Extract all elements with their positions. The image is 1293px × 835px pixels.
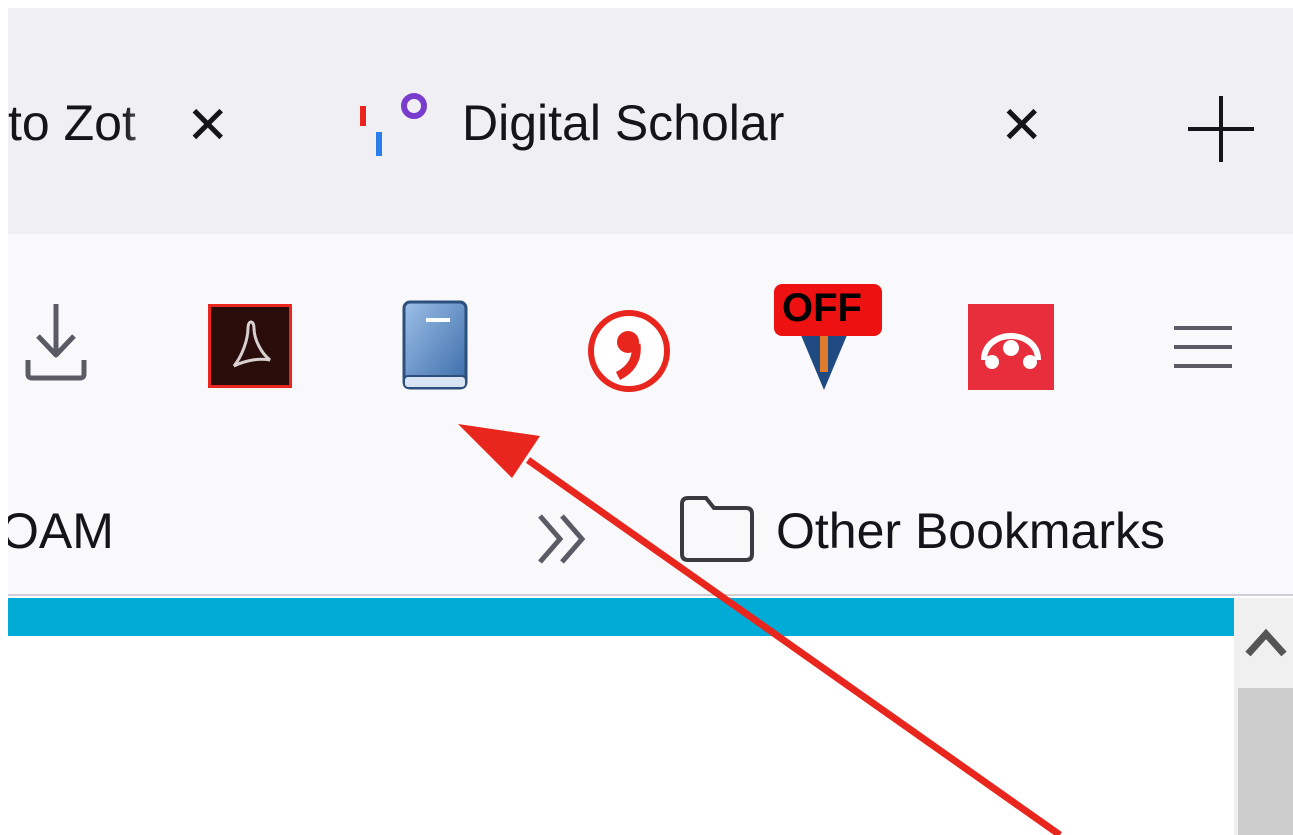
off-badge-icon[interactable]: OFF bbox=[774, 280, 888, 392]
new-tab-plus-icon[interactable] bbox=[1184, 92, 1258, 166]
scroll-up-arrow-icon[interactable] bbox=[1244, 626, 1288, 660]
digital-scholar-favicon-icon bbox=[360, 93, 427, 156]
other-bookmarks[interactable]: Other Bookmarks bbox=[776, 502, 1165, 560]
toolbar-divider bbox=[8, 594, 1293, 596]
bookmark-item-oam[interactable]: OAM bbox=[8, 502, 114, 560]
scrollbar-thumb[interactable] bbox=[1238, 688, 1293, 835]
tab-close-active-icon[interactable]: ✕ bbox=[1000, 100, 1044, 152]
tab-title-active[interactable]: Digital Scholar bbox=[462, 94, 784, 152]
page-content bbox=[8, 636, 1234, 835]
adobe-acrobat-icon[interactable] bbox=[208, 304, 292, 388]
blue-book-icon[interactable] bbox=[400, 300, 472, 392]
tab-title-prev[interactable]: to Zot bbox=[8, 94, 173, 152]
mendeley-icon[interactable] bbox=[968, 304, 1054, 390]
browser-window: to Zot ✕ Digital Scholar ✕ OFF OAM Other… bbox=[8, 8, 1293, 835]
folder-icon bbox=[680, 496, 754, 562]
tab-close-prev-icon[interactable]: ✕ bbox=[186, 100, 230, 152]
bookmarks-bar: OAM Other Bookmarks bbox=[8, 434, 1293, 594]
download-icon[interactable] bbox=[24, 300, 88, 382]
tab-strip: to Zot ✕ Digital Scholar ✕ bbox=[8, 8, 1293, 234]
hamburger-menu-icon[interactable] bbox=[1174, 322, 1232, 372]
page-accent-bar bbox=[8, 598, 1234, 636]
red-quote-icon[interactable] bbox=[586, 308, 672, 394]
off-badge-text: OFF bbox=[782, 286, 862, 330]
bookmarks-overflow-chevron-icon[interactable] bbox=[534, 514, 594, 564]
toolbar: OFF bbox=[8, 234, 1293, 434]
